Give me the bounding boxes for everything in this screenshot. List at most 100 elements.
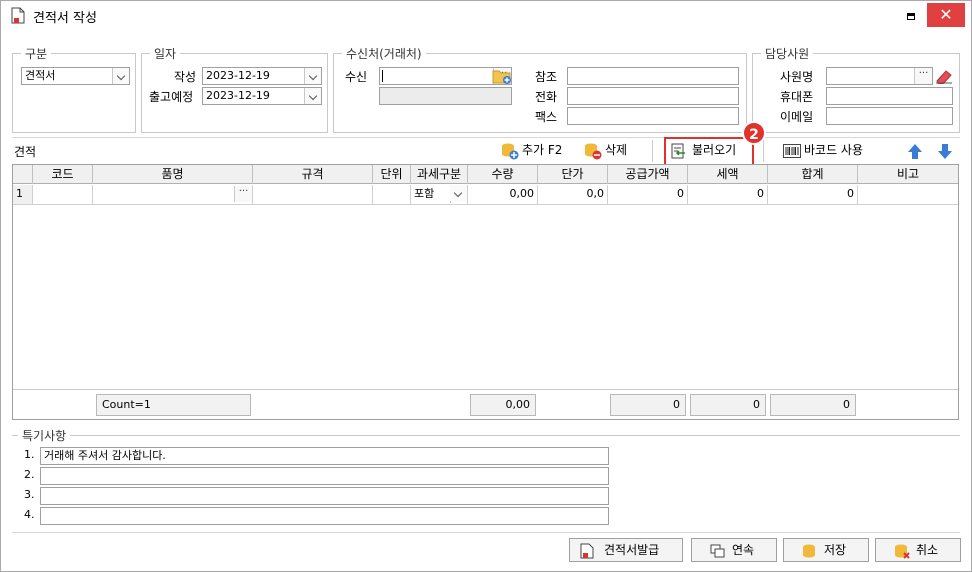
issue-estimate-button[interactable]: 견적서발급: [569, 538, 683, 562]
mobile-input[interactable]: [826, 87, 953, 105]
arrow-down-icon[interactable]: [937, 143, 953, 160]
items-grid: 코드 품명 규격 단위 과세구분 수량 단가 공급가액 세액 합계 비고 1 ·…: [12, 164, 959, 420]
supply-summary: 0: [610, 394, 686, 416]
divider: [652, 140, 653, 162]
note-number: 3.: [24, 488, 35, 501]
save-button[interactable]: 저장: [783, 538, 869, 562]
unit-cell[interactable]: [373, 185, 411, 205]
delete-row-label: 삭제: [605, 143, 628, 157]
notes-legend: 특기사항: [18, 427, 71, 444]
qty-summary: 0,00: [470, 394, 536, 416]
section-label: 견적: [14, 145, 37, 159]
note-number: 4.: [24, 508, 35, 521]
continue-label: 연속: [732, 543, 755, 557]
chevron-down-icon[interactable]: [450, 185, 467, 201]
note-input-1[interactable]: 거래해 주셔서 감사합니다.: [40, 447, 609, 465]
employee-label: 사원명: [780, 70, 814, 84]
column-header-price[interactable]: 단가: [538, 165, 608, 184]
chevron-down-icon[interactable]: [304, 88, 321, 104]
type-select[interactable]: 견적서: [21, 67, 130, 85]
cancel-button[interactable]: 취소: [875, 538, 961, 562]
employee-input[interactable]: ···: [826, 67, 933, 85]
add-row-label: 추가 F2: [522, 143, 563, 157]
ellipsis-icon[interactable]: ···: [234, 186, 252, 202]
layers-icon: [710, 544, 725, 558]
ship-date-picker[interactable]: 2023-12-19: [202, 87, 322, 105]
note-number: 2.: [24, 468, 35, 481]
continue-button[interactable]: 연속: [691, 538, 777, 562]
price-cell[interactable]: 0,0: [538, 185, 608, 205]
date-group: 일자 작성 2023-12-19 출고예정 2023-12-19: [141, 45, 328, 133]
to-label: 수신: [345, 70, 368, 84]
eraser-icon[interactable]: [934, 68, 954, 84]
document-icon: [580, 543, 594, 559]
tax-type-select[interactable]: 포함: [411, 185, 468, 205]
chevron-down-icon[interactable]: [304, 68, 321, 84]
add-folder-icon[interactable]: [492, 68, 512, 85]
highlight-box: [664, 137, 754, 167]
recipient-legend: 수신처(거래처): [342, 45, 426, 62]
close-button[interactable]: ✕: [927, 3, 965, 27]
qty-cell[interactable]: 0,00: [468, 185, 538, 205]
row-number: 1: [13, 185, 33, 205]
save-label: 저장: [824, 543, 847, 557]
delete-row-button[interactable]: 삭제: [584, 139, 634, 163]
mobile-label: 휴대폰: [780, 90, 814, 104]
column-header-total[interactable]: 합계: [768, 165, 858, 184]
minimize-icon[interactable]: [907, 13, 915, 20]
column-header-code[interactable]: 코드: [33, 165, 93, 184]
recipient-group: 수신처(거래처) 수신 ··· 참조 전화 팩스: [333, 45, 747, 133]
column-header-tax[interactable]: 세액: [688, 165, 768, 184]
ellipsis-icon[interactable]: ···: [914, 68, 932, 84]
ship-date-label: 출고예정: [149, 90, 194, 104]
total-cell[interactable]: 0: [768, 185, 858, 205]
spec-cell[interactable]: [253, 185, 373, 205]
write-date-label: 작성: [174, 70, 197, 84]
column-header-note[interactable]: 비고: [858, 165, 958, 184]
name-cell[interactable]: ···: [93, 185, 253, 205]
row-num-header: [13, 165, 33, 184]
phone-input[interactable]: [567, 87, 739, 105]
code-cell[interactable]: [33, 185, 93, 205]
note-input-2[interactable]: [40, 467, 609, 485]
estimate-window: 견적서 작성 ✕ 구분 견적서 일자 작성 2023-12-19 출고예정 20…: [0, 0, 972, 572]
to-info-field: [379, 87, 512, 105]
fax-input[interactable]: [567, 107, 739, 125]
column-header-spec[interactable]: 규격: [253, 165, 373, 184]
barcode-button[interactable]: 바코드 사용: [783, 139, 873, 163]
column-header-name[interactable]: 품명: [93, 165, 253, 184]
staff-legend: 담당사원: [761, 45, 814, 62]
fax-label: 팩스: [535, 110, 558, 124]
type-group: 구분 견적서: [12, 45, 136, 133]
arrow-up-icon[interactable]: [907, 143, 923, 160]
type-value: 견적서: [25, 69, 56, 82]
write-date-value: 2023-12-19: [206, 69, 270, 82]
barcode-label: 바코드 사용: [804, 143, 864, 157]
phone-label: 전화: [535, 90, 558, 104]
note-cell[interactable]: [858, 185, 958, 205]
email-input[interactable]: [826, 107, 953, 125]
column-header-qty[interactable]: 수량: [468, 165, 538, 184]
column-header-tax-type[interactable]: 과세구분: [411, 165, 468, 184]
note-input-3[interactable]: [40, 487, 609, 505]
cancel-db-icon: [895, 544, 910, 559]
chevron-down-icon[interactable]: [112, 68, 129, 84]
divider: [12, 137, 960, 138]
ref-input[interactable]: [567, 67, 739, 85]
supply-cell[interactable]: 0: [608, 185, 688, 205]
count-summary: Count=1: [96, 394, 251, 416]
column-header-unit[interactable]: 단위: [373, 165, 411, 184]
tax-cell[interactable]: 0: [688, 185, 768, 205]
tax-summary: 0: [690, 394, 766, 416]
notes-group: 특기사항 1. 거래해 주셔서 감사합니다. 2. 3. 4.: [12, 427, 960, 527]
date-legend: 일자: [150, 45, 181, 62]
note-input-4[interactable]: [40, 507, 609, 525]
grid-header: 코드 품명 규격 단위 과세구분 수량 단가 공급가액 세액 합계 비고: [13, 165, 958, 184]
add-row-button[interactable]: 추가 F2: [501, 139, 571, 163]
delete-db-icon: [585, 143, 602, 160]
divider: [763, 140, 764, 162]
column-header-supply[interactable]: 공급가액: [608, 165, 688, 184]
write-date-picker[interactable]: 2023-12-19: [202, 67, 322, 85]
ship-date-value: 2023-12-19: [206, 89, 270, 102]
cancel-label: 취소: [916, 543, 939, 557]
